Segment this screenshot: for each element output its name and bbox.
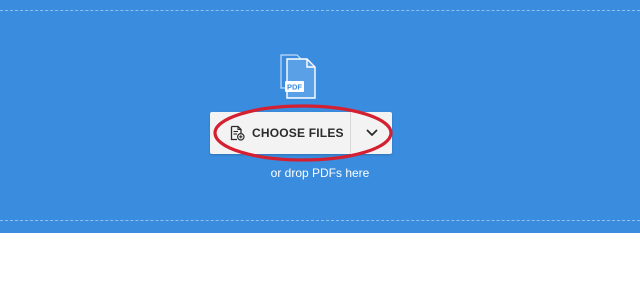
choose-files-button-group: CHOOSE FILES [210, 112, 392, 154]
chevron-down-icon [366, 124, 378, 142]
upload-source-dropdown-button[interactable] [351, 112, 392, 154]
drop-hint-text: or drop PDFs here [270, 166, 370, 180]
pdf-badge-text: PDF [287, 83, 302, 92]
drop-zone-border-top [0, 10, 640, 11]
file-add-icon [229, 125, 245, 141]
drop-zone-border-bottom [0, 220, 640, 221]
choose-files-label: CHOOSE FILES [252, 126, 344, 140]
stacked-pdf-documents-icon: PDF [277, 52, 323, 102]
pdf-drop-zone[interactable]: PDF CHOOSE FILES or drop PDFs here [0, 0, 640, 233]
choose-files-button[interactable]: CHOOSE FILES [210, 112, 350, 154]
